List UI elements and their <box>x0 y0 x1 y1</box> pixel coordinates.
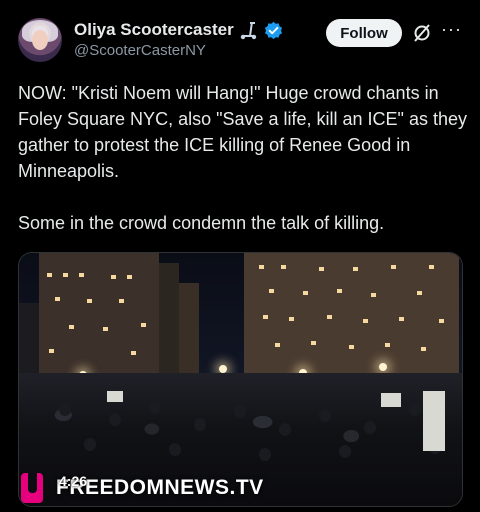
author-name-row: Oliya Scootercaster <box>74 20 283 40</box>
author-display-name[interactable]: Oliya Scootercaster <box>74 20 234 40</box>
video-duration: 4:26 <box>59 473 88 489</box>
more-options-icon[interactable]: ··· <box>441 20 461 42</box>
post-text: NOW: "Kristi Noem will Hang!" Huge crowd… <box>18 83 467 233</box>
watermark: FREEDOMNEWS.TV <box>19 469 264 506</box>
watermark-text: FREEDOMNEWS.TV <box>56 476 264 499</box>
grok-icon[interactable] <box>412 23 432 43</box>
avatar[interactable] <box>18 18 62 62</box>
verified-badge-icon <box>264 21 282 39</box>
video-player[interactable]: FREEDOMNEWS.TV 4:26 <box>18 252 463 507</box>
scooter-icon <box>240 21 256 40</box>
author-handle[interactable]: @ScooterCasterNY <box>74 42 206 59</box>
freedomnews-logo-icon <box>21 473 43 503</box>
post-header: Oliya Scootercaster @ScooterCasterNY Fol… <box>0 0 480 70</box>
follow-button[interactable]: Follow <box>326 19 402 47</box>
